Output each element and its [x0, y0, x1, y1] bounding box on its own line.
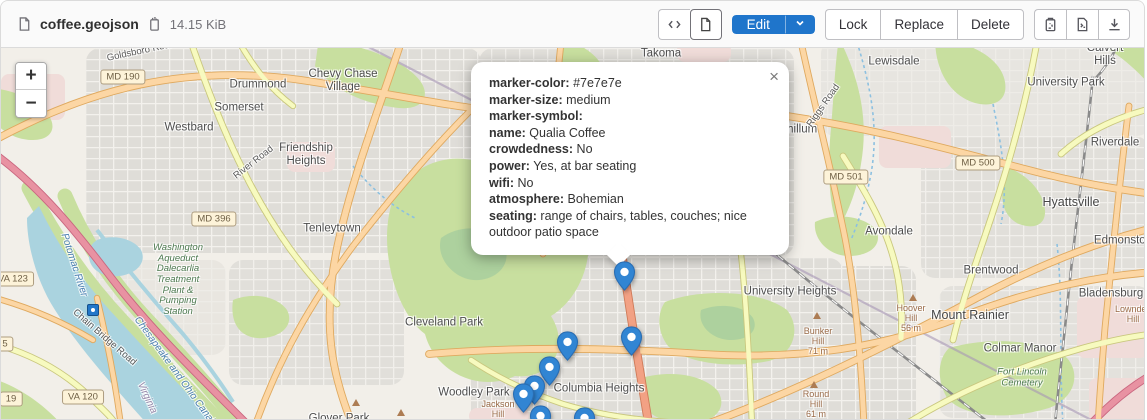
- popup-close-button[interactable]: ×: [769, 68, 779, 85]
- download-button[interactable]: [1098, 9, 1130, 40]
- feature-property-row: name: Qualia Coffee: [489, 125, 767, 142]
- feature-properties: marker-color: #7e7e7emarker-size: medium…: [489, 75, 767, 241]
- clipboard-copy-icon: [1043, 17, 1058, 32]
- rendered-view-button[interactable]: [690, 9, 722, 40]
- edit-button[interactable]: Edit: [732, 15, 785, 34]
- document-icon: [698, 17, 713, 32]
- file-tools-group: [1034, 9, 1130, 40]
- feature-property-row: wifi: No: [489, 175, 767, 192]
- feature-property-row: seating: range of chairs, tables, couche…: [489, 208, 767, 241]
- map-marker[interactable]: [620, 326, 643, 356]
- replace-button[interactable]: Replace: [880, 9, 957, 40]
- map-zoom-control: + −: [15, 62, 47, 118]
- file-name: coffee.geojson: [40, 16, 139, 32]
- zoom-in-button[interactable]: +: [16, 63, 46, 90]
- view-toggle-group: [658, 9, 722, 40]
- feature-property-row: atmosphere: Bohemian: [489, 191, 767, 208]
- copy-filename-icon[interactable]: [147, 16, 162, 32]
- edit-dropdown-button[interactable]: [785, 15, 815, 34]
- feature-popup: marker-color: #7e7e7emarker-size: medium…: [471, 62, 789, 255]
- map-marker[interactable]: [529, 405, 552, 419]
- snippet-file-viewer: coffee.geojson 14.15 KiB Edit: [0, 0, 1145, 420]
- delete-button[interactable]: Delete: [957, 9, 1024, 40]
- map-marker[interactable]: [573, 407, 596, 419]
- edit-split-button: Edit: [732, 15, 815, 34]
- file-icon: [17, 16, 32, 32]
- feature-property-row: marker-symbol:: [489, 108, 767, 125]
- map-marker-selected[interactable]: [613, 261, 636, 291]
- source-view-button[interactable]: [658, 9, 690, 40]
- copy-contents-button[interactable]: [1034, 9, 1066, 40]
- feature-property-row: marker-size: medium: [489, 92, 767, 109]
- file-code-icon: [1075, 17, 1090, 32]
- file-header: coffee.geojson 14.15 KiB Edit: [1, 1, 1144, 48]
- code-icon: [667, 17, 682, 32]
- lock-button[interactable]: Lock: [825, 9, 881, 40]
- open-raw-button[interactable]: [1066, 9, 1098, 40]
- feature-property-row: power: Yes, at bar seating: [489, 158, 767, 175]
- feature-property-row: marker-color: #7e7e7e: [489, 75, 767, 92]
- file-actions-group: Lock Replace Delete: [825, 9, 1024, 40]
- file-size: 14.15 KiB: [170, 17, 226, 32]
- download-icon: [1107, 17, 1122, 32]
- chevron-down-icon: [794, 17, 806, 29]
- feature-property-row: crowdedness: No: [489, 141, 767, 158]
- zoom-out-button[interactable]: −: [16, 90, 46, 117]
- map-canvas[interactable]: TakomaLewisdaleCalvert HillsUniversity P…: [1, 48, 1144, 419]
